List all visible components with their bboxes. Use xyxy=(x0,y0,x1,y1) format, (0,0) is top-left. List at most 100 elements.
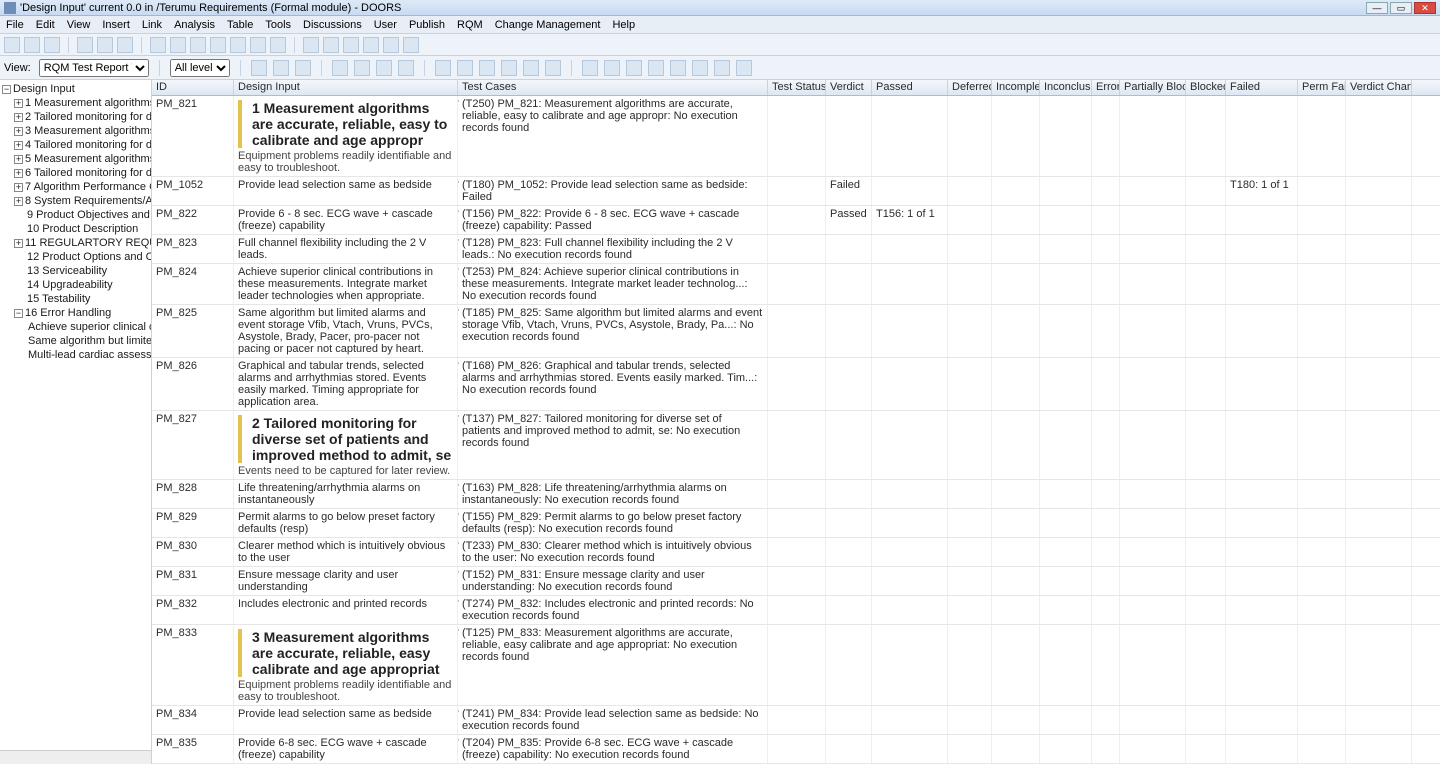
tool-f-icon[interactable] xyxy=(250,37,266,53)
underline-icon[interactable] xyxy=(376,60,392,76)
col-failed[interactable]: Failed xyxy=(1226,80,1298,95)
tool-d-icon[interactable] xyxy=(210,37,226,53)
filter-e-icon[interactable] xyxy=(670,60,686,76)
nav-up-icon[interactable] xyxy=(117,37,133,53)
tree-item[interactable]: +8 System Requirements/Algorith xyxy=(2,194,149,208)
table-row[interactable]: PM_826Graphical and tabular trends, sele… xyxy=(152,358,1440,411)
levels-select[interactable]: All levels xyxy=(170,59,230,77)
tree-subitem[interactable]: Achieve superior clinical contribu xyxy=(2,320,149,334)
copy-icon[interactable] xyxy=(273,60,289,76)
tree-hscrollbar[interactable] xyxy=(0,750,151,764)
col-partially-blocked[interactable]: Partially Blocked xyxy=(1120,80,1186,95)
filter-f-icon[interactable] xyxy=(692,60,708,76)
menu-tools[interactable]: Tools xyxy=(265,19,291,31)
close-button[interactable]: ✕ xyxy=(1414,2,1436,14)
cut-icon[interactable] xyxy=(251,60,267,76)
col-verdict[interactable]: Verdict xyxy=(826,80,872,95)
align-right-icon[interactable] xyxy=(479,60,495,76)
table-row[interactable]: PM_8272 Tailored monitoring for diverse … xyxy=(152,411,1440,480)
tree-item[interactable]: 13 Serviceability xyxy=(2,264,149,278)
menu-table[interactable]: Table xyxy=(227,19,253,31)
col-design[interactable]: Design Input xyxy=(234,80,458,95)
col-testcases[interactable]: Test Cases xyxy=(458,80,768,95)
table-row[interactable]: PM_829Permit alarms to go below preset f… xyxy=(152,509,1440,538)
filter-a-icon[interactable] xyxy=(582,60,598,76)
menu-change-management[interactable]: Change Management xyxy=(495,19,601,31)
table-row[interactable]: PM_832Includes electronic and printed re… xyxy=(152,596,1440,625)
tree-item[interactable]: +5 Measurement algorithms are a xyxy=(2,152,149,166)
tree-item[interactable]: 9 Product Objectives and Relea xyxy=(2,208,149,222)
table-row[interactable]: PM_8333 Measurement algorithms are accur… xyxy=(152,625,1440,706)
menu-rqm[interactable]: RQM xyxy=(457,19,483,31)
menu-insert[interactable]: Insert xyxy=(102,19,130,31)
preview-icon[interactable] xyxy=(44,37,60,53)
tree-item[interactable]: 15 Testability xyxy=(2,292,149,306)
table-row[interactable]: PM_825Same algorithm but limited alarms … xyxy=(152,305,1440,358)
tree-item[interactable]: 12 Product Options and Configu xyxy=(2,250,149,264)
tree-item[interactable]: 14 Upgradeability xyxy=(2,278,149,292)
tree-root[interactable]: −Design Input xyxy=(2,82,149,96)
strike-icon[interactable] xyxy=(398,60,414,76)
align-justify-icon[interactable] xyxy=(501,60,517,76)
tree-item[interactable]: +3 Measurement algorithms are a xyxy=(2,124,149,138)
menu-view[interactable]: View xyxy=(67,19,91,31)
filter-d-icon[interactable] xyxy=(648,60,664,76)
table-row[interactable]: PM_830Clearer method which is intuitivel… xyxy=(152,538,1440,567)
table-row[interactable]: PM_828Life threatening/arrhythmia alarms… xyxy=(152,480,1440,509)
tool-a-icon[interactable] xyxy=(150,37,166,53)
tool-k-icon[interactable] xyxy=(363,37,379,53)
tree-item[interactable]: +7 Algorithm Performance Claims xyxy=(2,180,149,194)
col-blocked[interactable]: Blocked xyxy=(1186,80,1226,95)
sort-asc-icon[interactable] xyxy=(714,60,730,76)
col-deferred[interactable]: Deferred xyxy=(948,80,992,95)
table-row[interactable]: PM_822Provide 6 - 8 sec. ECG wave + casc… xyxy=(152,206,1440,235)
minimize-button[interactable]: — xyxy=(1366,2,1388,14)
refresh-icon[interactable] xyxy=(403,37,419,53)
col-error[interactable]: Error xyxy=(1092,80,1120,95)
tool-c-icon[interactable] xyxy=(190,37,206,53)
tool-h-icon[interactable] xyxy=(303,37,319,53)
col-permfailed[interactable]: Perm Failed xyxy=(1298,80,1346,95)
tool-j-icon[interactable] xyxy=(343,37,359,53)
tree-item[interactable]: +1 Measurement algorithms are a xyxy=(2,96,149,110)
tool-i-icon[interactable] xyxy=(323,37,339,53)
nav-next-icon[interactable] xyxy=(97,37,113,53)
tree-item[interactable]: 10 Product Description xyxy=(2,222,149,236)
table-row[interactable]: PM_8211 Measurement algorithms are accur… xyxy=(152,96,1440,177)
italic-icon[interactable] xyxy=(354,60,370,76)
tree-item[interactable]: +11 REGULARTORY REQUIRE xyxy=(2,236,149,250)
table-row[interactable]: PM_1052Provide lead selection same as be… xyxy=(152,177,1440,206)
maximize-button[interactable]: ▭ xyxy=(1390,2,1412,14)
print-icon[interactable] xyxy=(24,37,40,53)
sort-desc-icon[interactable] xyxy=(736,60,752,76)
table-row[interactable]: PM_823Full channel flexibility including… xyxy=(152,235,1440,264)
grid-body[interactable]: PM_8211 Measurement algorithms are accur… xyxy=(152,96,1440,764)
tree-pane[interactable]: −Design Input +1 Measurement algorithms … xyxy=(0,80,152,764)
col-verdict-changed[interactable]: Verdict Changed xyxy=(1346,80,1412,95)
align-left-icon[interactable] xyxy=(435,60,451,76)
tree-subitem[interactable]: Multi-lead cardiac assessment xyxy=(2,348,149,362)
filter-c-icon[interactable] xyxy=(626,60,642,76)
col-passed[interactable]: Passed xyxy=(872,80,948,95)
numbering-icon[interactable] xyxy=(545,60,561,76)
save-icon[interactable] xyxy=(4,37,20,53)
tool-b-icon[interactable] xyxy=(170,37,186,53)
tree-item[interactable]: +6 Tailored monitoring for diverse xyxy=(2,166,149,180)
tool-l-icon[interactable] xyxy=(383,37,399,53)
menu-discussions[interactable]: Discussions xyxy=(303,19,362,31)
filter-b-icon[interactable] xyxy=(604,60,620,76)
paste-icon[interactable] xyxy=(295,60,311,76)
menu-publish[interactable]: Publish xyxy=(409,19,445,31)
bold-icon[interactable] xyxy=(332,60,348,76)
tree-item[interactable]: +4 Tailored monitoring for diverse xyxy=(2,138,149,152)
menu-link[interactable]: Link xyxy=(142,19,162,31)
bullets-icon[interactable] xyxy=(523,60,539,76)
col-incomplete[interactable]: Incomplete xyxy=(992,80,1040,95)
tool-g-icon[interactable] xyxy=(270,37,286,53)
menu-help[interactable]: Help xyxy=(612,19,635,31)
col-teststatus[interactable]: Test Status xyxy=(768,80,826,95)
menu-edit[interactable]: Edit xyxy=(36,19,55,31)
col-inconclusive[interactable]: Inconclusive xyxy=(1040,80,1092,95)
tree-item[interactable]: +2 Tailored monitoring for diverse xyxy=(2,110,149,124)
table-row[interactable]: PM_824Achieve superior clinical contribu… xyxy=(152,264,1440,305)
